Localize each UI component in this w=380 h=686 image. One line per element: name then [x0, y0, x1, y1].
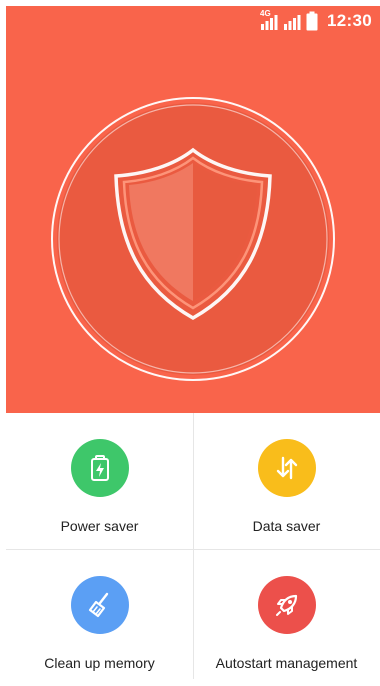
- power-saver-tile[interactable]: Power saver: [6, 413, 193, 549]
- data-saver-tile[interactable]: Data saver: [193, 413, 380, 549]
- autostart-management-icon-circle: [257, 576, 316, 634]
- shield-graphic: [51, 97, 335, 381]
- broom-icon: [88, 592, 108, 618]
- power-saver-icon-circle: [70, 439, 129, 497]
- network-indicator: 4G: [260, 9, 278, 31]
- status-icons: 4G 12:30: [260, 9, 372, 32]
- security-hero: 4G 12:30: [6, 6, 380, 413]
- autostart-management-label: Autostart management: [215, 655, 358, 671]
- tools-grid: Power saver Data saver Clean up memory A…: [6, 413, 380, 679]
- clock: 12:30: [327, 11, 372, 30]
- data-saver-icon-circle: [257, 439, 316, 497]
- battery-icon: [306, 11, 318, 31]
- autostart-management-tile[interactable]: Autostart management: [193, 550, 380, 686]
- battery-charging-icon: [90, 455, 109, 481]
- network-type-label: 4G: [260, 9, 271, 18]
- clean-up-memory-label: Clean up memory: [44, 655, 155, 671]
- power-saver-label: Power saver: [60, 518, 139, 534]
- clean-up-memory-tile[interactable]: Clean up memory: [6, 550, 193, 686]
- clean-up-memory-icon-circle: [70, 576, 129, 634]
- rocket-icon: [275, 594, 297, 616]
- app-screen: 4G 12:30 Power saver Data saver Clean up…: [6, 6, 380, 679]
- data-transfer-icon: [276, 456, 297, 480]
- signal-icon-2: [284, 15, 301, 30]
- status-bar: 4G 12:30: [6, 6, 380, 34]
- data-saver-label: Data saver: [252, 518, 321, 534]
